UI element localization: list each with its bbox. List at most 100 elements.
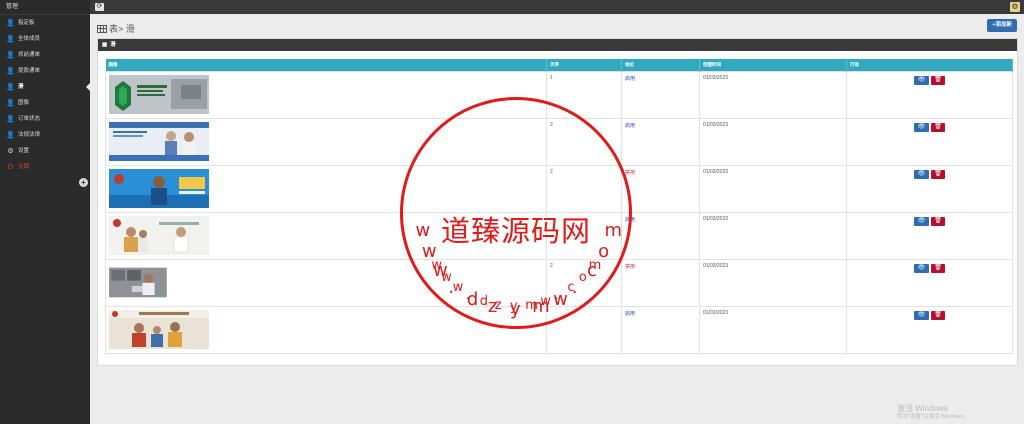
table-row: 1 启用 01/03/2023 👁 🗑	[105, 70, 1013, 119]
sidebar-item-logout[interactable]: ⏻ 注销	[0, 159, 90, 175]
delete-button[interactable]: 🗑	[931, 216, 945, 226]
table-row: 2 启用 01/03/2023 👁 🗑	[105, 117, 1013, 166]
column-header-order: 次序	[546, 59, 622, 71]
created-cell: 01/03/2023	[699, 305, 847, 354]
sidebar-item-label: 图像	[18, 100, 30, 106]
sidebar-item-order-status[interactable]: 👤 订单状态	[0, 111, 90, 127]
created-cell: 01/03/2023	[699, 164, 847, 213]
table-row: 2 禁用 01/03/2023 👁 🗑	[105, 164, 1013, 213]
delete-button[interactable]: 🗑	[931, 75, 945, 85]
sidebar-item-label: 全体成员	[18, 36, 41, 42]
watermark-center-text: 道臻源码网	[440, 214, 591, 248]
sidebar-item-members[interactable]: 👤 全体成员	[0, 31, 90, 47]
actions-cell: 👁 🗑	[846, 164, 1013, 213]
view-button[interactable]: 👁	[914, 310, 929, 320]
table-row: 启用 01/03/2023 👁 🗑	[105, 305, 1013, 354]
order-cell: 2	[546, 117, 622, 166]
sidebar-item-settings[interactable]: ⚙ 设置	[0, 143, 90, 159]
sidebar-collapse-button[interactable]: +	[79, 178, 88, 187]
view-button[interactable]: 👁	[914, 75, 929, 85]
trash-icon: 🗑	[934, 217, 942, 224]
order-cell: 1	[546, 70, 622, 119]
delete-button[interactable]: 🗑	[931, 263, 945, 273]
status-cell: 启用	[621, 70, 700, 119]
sidebar-item-label: 指定板	[18, 20, 35, 26]
eye-icon: 👁	[917, 76, 926, 83]
delete-button[interactable]: 🗑	[931, 122, 945, 132]
user-icon: 👤	[6, 51, 15, 59]
watermark-arc-char: c	[567, 280, 575, 295]
sidebar-item-label: 设置	[18, 148, 30, 154]
add-new-button[interactable]: +添加新	[987, 19, 1017, 32]
actions-cell: 👁 🗑	[846, 70, 1013, 119]
watermark-arc-char: m	[525, 297, 538, 313]
power-icon: ⏻	[7, 163, 14, 171]
actions-cell: 👁 🗑	[846, 258, 1013, 307]
watermark-arc-char: m	[588, 258, 602, 274]
created-cell: 01/03/2023	[699, 117, 847, 166]
sidebar-item-images[interactable]: 👤 图像	[0, 95, 90, 111]
order-cell	[546, 305, 622, 354]
watermark-arc-char: z	[494, 297, 502, 313]
trash-icon: 🗑	[934, 123, 942, 130]
watermark-arc-char: w	[441, 269, 452, 285]
created-cell: 01/03/2023	[699, 258, 847, 307]
windows-activation-title: 激活 Windows	[897, 404, 948, 413]
user-icon: 👤	[6, 35, 15, 43]
order-cell: 2	[546, 164, 622, 213]
eye-icon: 👁	[917, 123, 926, 130]
column-header-status: 地位	[621, 59, 700, 71]
sidebar: 管理 👤 指定板 👤 全体成员 👤 烦前通单 👤 提款通单 👤 滑 👤 图像 👤…	[0, 0, 90, 424]
sidebar-item-slides[interactable]: 👤 滑	[0, 79, 90, 95]
sidebar-item-regulations[interactable]: 👤 法规法律	[0, 127, 90, 143]
watermark-arc-char: y	[510, 299, 518, 314]
slide-thumbnail	[109, 215, 209, 255]
windows-activation-subtitle: 转到"设置"以激活 Windows。	[897, 414, 969, 420]
view-button[interactable]: 👁	[914, 263, 929, 273]
column-header-image: 图像	[105, 59, 547, 71]
user-icon: 👤	[6, 67, 15, 75]
status-cell: 禁用	[621, 164, 700, 213]
status-cell: 启用	[621, 305, 700, 354]
view-button[interactable]: 👁	[914, 122, 929, 132]
delete-button[interactable]: 🗑	[931, 310, 945, 320]
sidebar-item-dashboard[interactable]: 👤 指定板	[0, 15, 90, 31]
trash-icon: 🗑	[934, 76, 942, 83]
actions-cell: 👁 🗑	[846, 211, 1013, 260]
delete-button[interactable]: 🗑	[931, 169, 945, 179]
eye-icon: 👁	[917, 311, 926, 318]
watermark-arc-char: w	[452, 280, 464, 295]
view-button[interactable]: 👁	[914, 216, 929, 226]
eye-icon: 👁	[917, 264, 926, 271]
panel-title: 滑	[110, 42, 116, 48]
trash-icon: 🗑	[934, 170, 942, 177]
gear-icon: ⚙	[7, 147, 14, 155]
column-header-actions: 行动	[846, 59, 1013, 71]
watermark-arc-char: o	[578, 269, 587, 285]
sidebar-item-deposit-list[interactable]: 👤 烦前通单	[0, 47, 90, 63]
gear-icon[interactable]: ⚙	[1010, 2, 1020, 12]
created-cell: 01/03/2023	[699, 70, 847, 119]
actions-cell: 👁 🗑	[846, 305, 1013, 354]
view-button[interactable]: 👁	[914, 169, 929, 179]
refresh-icon[interactable]: ⟳	[95, 3, 104, 11]
slide-thumbnail	[109, 74, 209, 114]
table-header-row: 图像 次序 地位 创建时间 行动	[105, 59, 1013, 71]
image-cell	[105, 117, 547, 166]
sidebar-item-label: 烦前通单	[18, 52, 41, 58]
slides-panel: ▦ 滑 图像 次序 地位 创建时间 行动 1 启用 01/03/2023 👁 🗑…	[97, 38, 1018, 366]
breadcrumb: 表> 滑	[109, 24, 135, 34]
trash-icon: 🗑	[934, 264, 942, 271]
slide-thumbnail	[109, 168, 209, 208]
watermark-arc-char: .	[465, 288, 470, 304]
watermark-arc-char: w	[415, 219, 431, 241]
slide-thumbnail	[109, 309, 209, 349]
sidebar-title: 管理	[0, 0, 90, 15]
watermark-arc-char: m	[604, 219, 623, 241]
status-cell: 禁用	[621, 258, 700, 307]
user-icon: 👤	[6, 115, 15, 123]
sidebar-item-label: 法规法律	[18, 132, 41, 138]
user-icon: 👤	[6, 83, 15, 91]
eye-icon: 👁	[917, 170, 926, 177]
sidebar-item-withdraw-list[interactable]: 👤 提款通单	[0, 63, 90, 79]
